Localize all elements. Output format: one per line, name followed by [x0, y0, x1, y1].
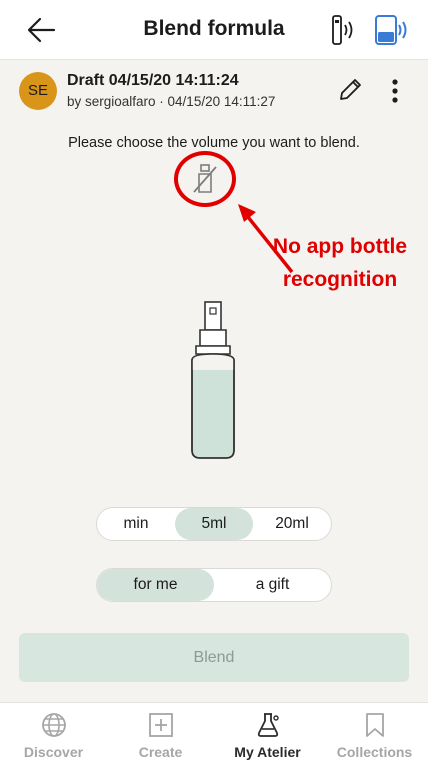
volume-option-5ml[interactable]: 5ml: [175, 508, 253, 540]
volume-prompt: Please choose the volume you want to ble…: [68, 135, 360, 151]
pencil-icon[interactable]: [336, 76, 364, 104]
bottle-illustration: [191, 301, 235, 459]
page-title: Blend formula: [143, 17, 285, 40]
more-vertical-icon[interactable]: [382, 76, 408, 106]
plus-square-icon: [149, 713, 173, 737]
volume-option-20ml[interactable]: 20ml: [253, 508, 331, 540]
tab-label-discover: Discover: [23, 744, 84, 760]
tab-discover[interactable]: Discover: [0, 703, 107, 764]
tab-label-create: Create: [138, 744, 183, 760]
tab-label-collections: Collections: [336, 744, 413, 760]
bottom-tab-bar: Discover Create My Atelier Collections: [0, 702, 428, 764]
bottle-signal-icon[interactable]: [328, 12, 358, 48]
draft-subtitle: by sergioalfaro · 04/15/20 14:11:27: [67, 94, 276, 109]
recipient-option-gift[interactable]: a gift: [214, 569, 331, 601]
draft-title: Draft 04/15/20 14:11:24: [67, 72, 239, 89]
flask-icon: [257, 713, 279, 737]
tab-create[interactable]: Create: [107, 703, 214, 764]
tab-my-atelier[interactable]: My Atelier: [214, 703, 321, 764]
tab-collections[interactable]: Collections: [321, 703, 428, 764]
blend-button[interactable]: Blend: [19, 633, 409, 682]
bookmark-icon: [366, 713, 384, 737]
device-signal-icon[interactable]: [372, 12, 410, 48]
tab-label-my-atelier: My Atelier: [234, 744, 301, 760]
annotation-circle: [174, 151, 236, 207]
volume-option-min[interactable]: min: [97, 508, 175, 540]
volume-selector: min 5ml 20ml: [96, 507, 332, 541]
avatar: SE: [19, 72, 57, 110]
recipient-option-for-me[interactable]: for me: [97, 569, 214, 601]
recipient-selector: for me a gift: [96, 568, 332, 602]
app-header: Blend formula: [0, 0, 428, 60]
globe-icon: [42, 713, 66, 737]
annotation-text: No app bottle recognition: [272, 235, 408, 291]
